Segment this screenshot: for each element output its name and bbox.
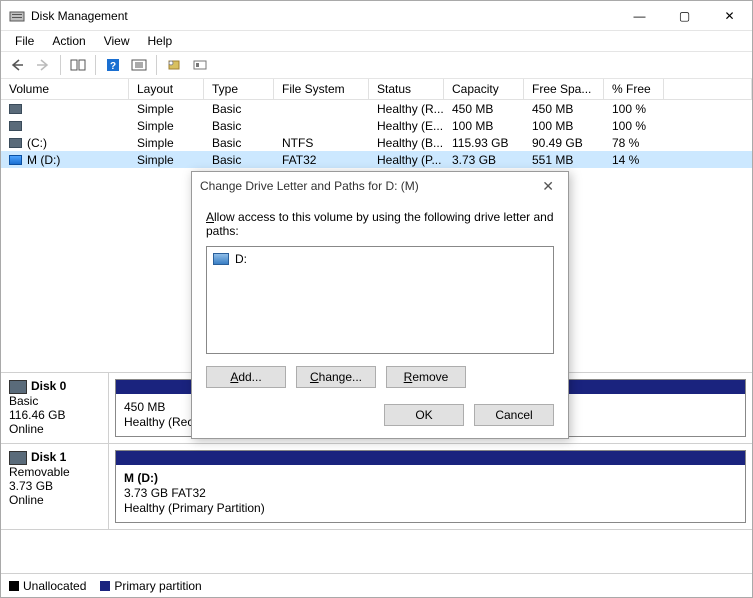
table-row[interactable]: M (D:)SimpleBasicFAT32Healthy (P...3.73 … [1,151,752,168]
help-icon[interactable]: ? [101,54,125,76]
col-capacity[interactable]: Capacity [444,79,524,99]
col-rest [664,79,752,99]
volume-icon [9,121,22,131]
close-button[interactable]: ✕ [707,1,752,30]
window-title: Disk Management [31,9,617,23]
change-button[interactable]: Change... [296,366,376,388]
volume-icon [9,155,22,165]
menu-file[interactable]: File [7,32,42,50]
ok-button[interactable]: OK [384,404,464,426]
dialog-body: Allow access to this volume by using the… [192,200,568,438]
legend: Unallocated Primary partition [1,573,752,597]
dialog-instruction: Allow access to this volume by using the… [206,210,554,238]
dialog-commit-row: OK Cancel [206,404,554,426]
legend-unallocated: Unallocated [9,579,86,593]
drive-label: D: [235,252,247,266]
maximize-button[interactable]: ▢ [662,1,707,30]
legend-primary: Primary partition [100,579,201,593]
drive-icon [213,253,229,265]
legend-swatch-blue [100,581,110,591]
table-row[interactable]: SimpleBasicHealthy (R...450 MB450 MB100 … [1,100,752,117]
minimize-button[interactable]: — [617,1,662,30]
table-row[interactable]: (C:)SimpleBasicNTFSHealthy (B...115.93 G… [1,134,752,151]
volume-icon [9,104,22,114]
col-status[interactable]: Status [369,79,444,99]
partition[interactable]: M (D:)3.73 GB FAT32Healthy (Primary Part… [115,450,746,523]
list-item[interactable]: D: [213,251,547,267]
titlebar: Disk Management — ▢ ✕ [1,1,752,31]
col-freespace[interactable]: Free Spa... [524,79,604,99]
col-layout[interactable]: Layout [129,79,204,99]
dialog-titlebar: Change Drive Letter and Paths for D: (M)… [192,172,568,200]
table-row[interactable]: SimpleBasicHealthy (E...100 MB100 MB100 … [1,117,752,134]
disk-info: Disk 1Removable3.73 GBOnline [1,444,109,529]
properties-icon[interactable] [162,54,186,76]
volume-table-header: Volume Layout Type File System Status Ca… [1,79,752,100]
forward-icon[interactable] [31,54,55,76]
back-icon[interactable] [5,54,29,76]
col-type[interactable]: Type [204,79,274,99]
menubar: File Action View Help [1,31,752,51]
change-drive-letter-dialog: Change Drive Letter and Paths for D: (M)… [191,171,569,439]
cancel-button[interactable]: Cancel [474,404,554,426]
menu-help[interactable]: Help [140,32,181,50]
legend-swatch-black [9,581,19,591]
paths-listbox[interactable]: D: [206,246,554,354]
disk-info: Disk 0Basic116.46 GBOnline [1,373,109,443]
svg-text:?: ? [110,61,116,72]
menu-action[interactable]: Action [44,32,93,50]
partition-header [116,451,745,465]
disk-row: Disk 1Removable3.73 GBOnlineM (D:)3.73 G… [1,444,752,530]
app-icon [9,8,25,24]
volume-table-body: SimpleBasicHealthy (R...450 MB450 MB100 … [1,100,752,168]
toolbar-sep [95,55,96,75]
partition-body: M (D:)3.73 GB FAT32Healthy (Primary Part… [116,465,745,522]
col-percentfree[interactable]: % Free [604,79,664,99]
dialog-title: Change Drive Letter and Paths for D: (M) [200,179,419,193]
disk-icon [9,451,27,465]
col-volume[interactable]: Volume [1,79,129,99]
disk-partitions: M (D:)3.73 GB FAT32Healthy (Primary Part… [109,444,752,529]
refresh-icon[interactable] [127,54,151,76]
toolbar-sep [60,55,61,75]
toolbar: ? [1,51,752,79]
toolbar-sep [156,55,157,75]
col-filesystem[interactable]: File System [274,79,369,99]
menu-view[interactable]: View [96,32,138,50]
add-button[interactable]: Add... [206,366,286,388]
dialog-close-button[interactable]: ✕ [536,176,560,197]
showhide-icon[interactable] [66,54,90,76]
disk-icon [9,380,27,394]
remove-button[interactable]: Remove [386,366,466,388]
app-window: Disk Management — ▢ ✕ File Action View H… [0,0,753,598]
options-icon[interactable] [188,54,212,76]
dialog-action-row: Add... Change... Remove [206,366,554,388]
volume-icon [9,138,22,148]
